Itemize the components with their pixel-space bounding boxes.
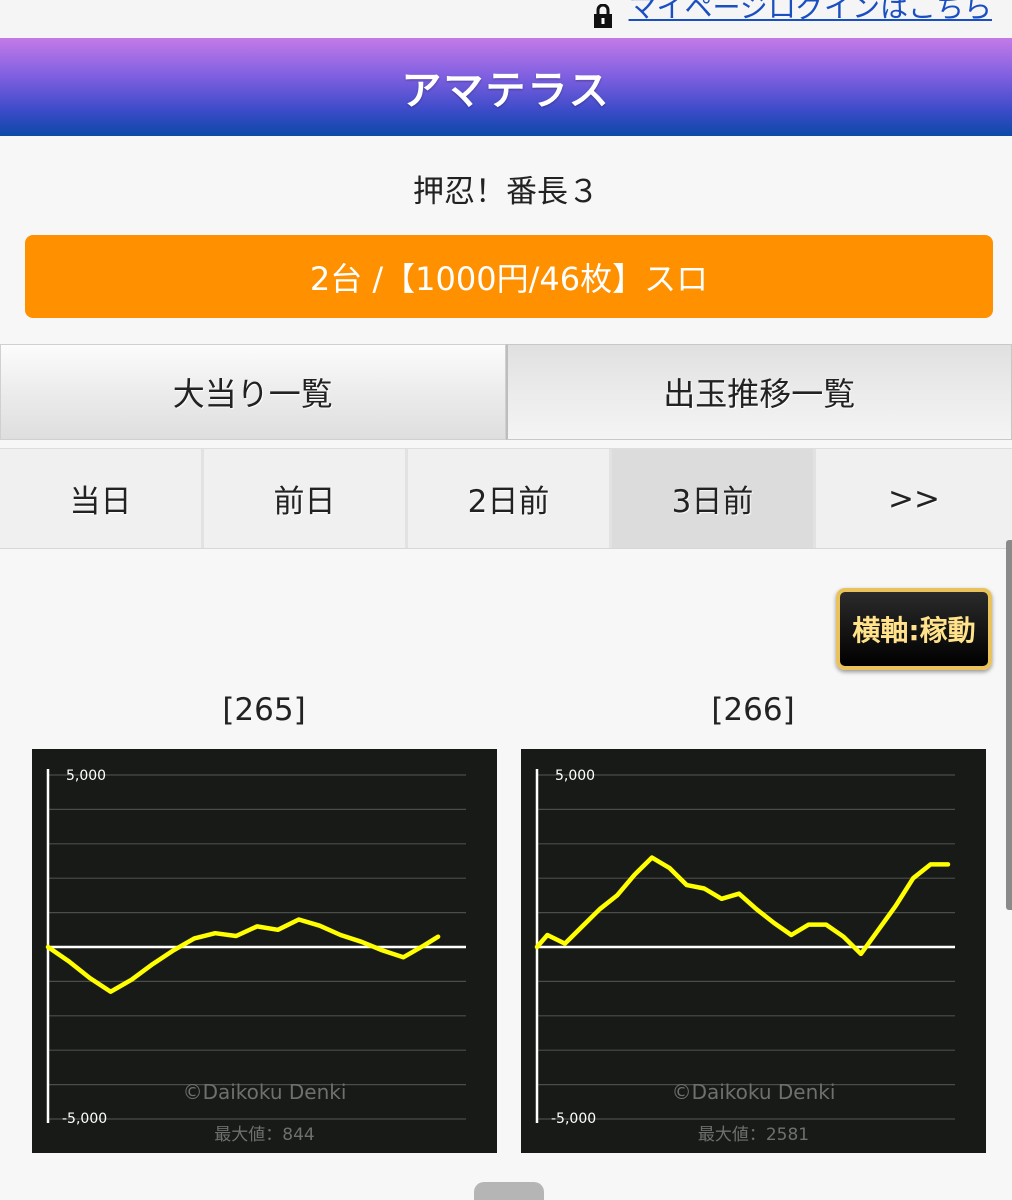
machine-name: 押忍！番長３ (413, 174, 599, 210)
y-tick-label-min: -5,000 (62, 1111, 107, 1127)
machine-summary-bar[interactable]: 2台 /【1000円/46枚】スロ (25, 235, 993, 318)
mypage-login-link[interactable]: マイページログインはこちら (591, 0, 992, 28)
page-header: アマテラス (0, 38, 1012, 136)
lock-icon (591, 2, 615, 28)
day-tab-yesterday[interactable]: 前日 (204, 449, 408, 548)
tab-payout-trend-list[interactable]: 出玉推移一覧 (505, 344, 1012, 440)
y-tick-label-max: 5,000 (66, 768, 106, 784)
unit-label-265: [265] (222, 692, 306, 728)
payout-chart-265[interactable]: 5,000 -5,000 ©Daikoku Denki 最大値：844 (32, 749, 497, 1153)
machine-summary-text: 2台 /【1000円/46枚】スロ (309, 259, 709, 298)
axis-toggle-button[interactable]: 横軸:稼動 (836, 588, 992, 670)
side-scroll-indicator[interactable] (1006, 540, 1012, 910)
payout-chart-266-svg: 5,000 -5,000 ©Daikoku Denki 最大値：2581 (534, 768, 955, 1145)
axis-toggle-label: 横軸:稼動 (852, 614, 976, 647)
day-tab-3-days-ago[interactable]: 3日前 (612, 449, 816, 548)
chart-watermark: ©Daikoku Denki (672, 1080, 836, 1104)
view-tabs: 大当り一覧 出玉推移一覧 (0, 344, 1012, 440)
tab-jackpot-list[interactable]: 大当り一覧 (0, 344, 506, 440)
day-tab-more-label: >> (888, 480, 940, 517)
day-tab-today-label: 当日 (69, 484, 132, 520)
day-tab-more[interactable]: >> (816, 449, 1012, 548)
day-tab-yesterday-label: 前日 (273, 484, 336, 520)
payout-chart-266[interactable]: 5,000 -5,000 ©Daikoku Denki 最大値：2581 (521, 749, 986, 1153)
chart-watermark: ©Daikoku Denki (183, 1080, 347, 1104)
day-tab-today[interactable]: 当日 (0, 449, 204, 548)
tab-jackpot-list-label: 大当り一覧 (172, 375, 333, 413)
day-tab-2-days-ago[interactable]: 2日前 (408, 449, 612, 548)
unit-label-266: [266] (711, 692, 795, 728)
scroll-top-handle[interactable] (474, 1182, 544, 1200)
y-tick-label-min: -5,000 (551, 1111, 596, 1127)
tab-payout-trend-list-label: 出玉推移一覧 (663, 375, 856, 413)
chart-max-value: 最大値：2581 (698, 1125, 809, 1145)
payout-series-line (534, 855, 951, 957)
page-title: アマテラス (401, 68, 611, 114)
mypage-login-label: マイページログインはこちら (628, 0, 992, 24)
y-tick-label-max: 5,000 (555, 768, 595, 784)
day-selector: 当日 前日 2日前 3日前 >> (0, 448, 1012, 549)
payout-chart-265-svg: 5,000 -5,000 ©Daikoku Denki 最大値：844 (45, 768, 466, 1145)
chart-max-value: 最大値：844 (214, 1125, 314, 1145)
day-tab-2-days-ago-label: 2日前 (467, 484, 550, 520)
top-strip: マイページログインはこちら (0, 0, 1012, 38)
day-tab-3-days-ago-label: 3日前 (671, 484, 754, 520)
